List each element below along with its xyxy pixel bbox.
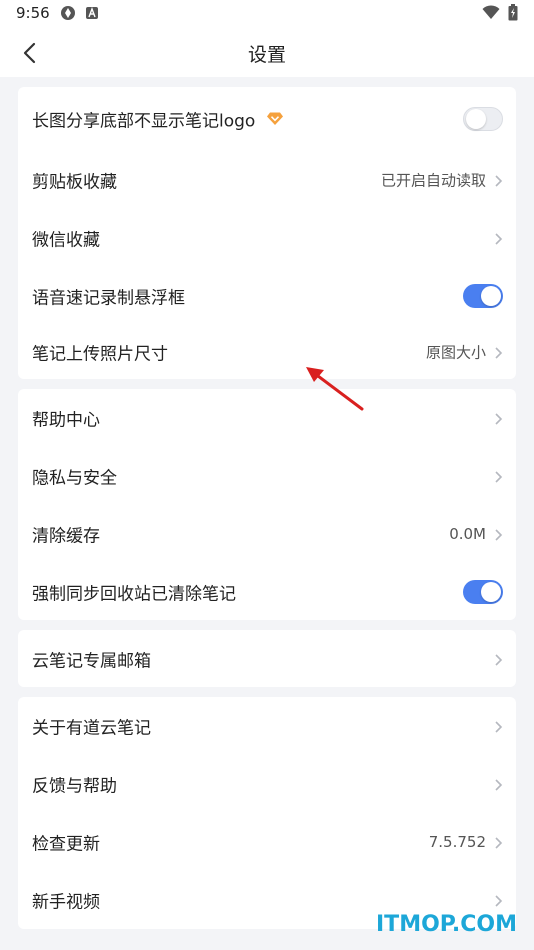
battery-icon <box>508 4 518 25</box>
status-bar: 9:56 <box>0 0 534 27</box>
force-sync-toggle[interactable] <box>463 580 503 604</box>
setting-label: 强制同步回收站已清除笔记 <box>32 584 236 605</box>
setting-row-clipboard[interactable]: 剪贴板收藏 已开启自动读取 <box>18 151 516 209</box>
setting-row-exclusive-email[interactable]: 云笔记专属邮箱 <box>18 630 516 687</box>
app-notification-icon <box>60 5 76 25</box>
chevron-right-icon <box>493 173 503 187</box>
app-bar: 设置 <box>0 27 534 77</box>
setting-row-clear-cache[interactable]: 清除缓存 0.0M <box>18 505 516 563</box>
chevron-right-icon <box>493 893 503 907</box>
status-time: 9:56 <box>16 4 50 22</box>
annotation-arrow-icon <box>300 360 370 419</box>
page-title: 设置 <box>247 44 286 66</box>
setting-row-check-update[interactable]: 检查更新 7.5.752 <box>18 813 516 871</box>
long-image-logo-toggle[interactable] <box>463 107 503 131</box>
settings-group-email: 云笔记专属邮箱 <box>18 630 516 687</box>
setting-label: 帮助中心 <box>32 410 100 431</box>
chevron-right-icon <box>493 777 503 791</box>
wifi-icon <box>482 5 500 24</box>
setting-label: 反馈与帮助 <box>32 776 117 797</box>
chevron-right-icon <box>493 527 503 541</box>
setting-value: 原图大小 <box>425 343 486 362</box>
setting-label: 云笔记专属邮箱 <box>32 651 151 671</box>
setting-value: 已开启自动读取 <box>380 171 486 190</box>
setting-row-privacy[interactable]: 隐私与安全 <box>18 447 516 505</box>
setting-row-help-center[interactable]: 帮助中心 <box>18 389 516 447</box>
vip-diamond-icon <box>267 110 284 130</box>
chevron-right-icon <box>493 231 503 245</box>
setting-row-feedback[interactable]: 反馈与帮助 <box>18 755 516 813</box>
setting-row-about[interactable]: 关于有道云笔记 <box>18 697 516 755</box>
settings-group-about: 关于有道云笔记 反馈与帮助 检查更新 7.5.752 新手视频 <box>18 697 516 929</box>
setting-label: 笔记上传照片尺寸 <box>32 344 168 365</box>
setting-value: 0.0M <box>449 525 486 543</box>
voice-float-toggle[interactable] <box>463 284 503 308</box>
setting-row-wechat[interactable]: 微信收藏 <box>18 209 516 267</box>
setting-value: 7.5.752 <box>428 833 486 851</box>
setting-label: 清除缓存 <box>32 526 100 547</box>
chevron-right-icon <box>493 469 503 483</box>
setting-label: 微信收藏 <box>32 230 100 251</box>
chevron-right-icon <box>493 345 503 359</box>
chevron-right-icon <box>493 652 503 666</box>
settings-group-support: 帮助中心 隐私与安全 清除缓存 0.0M 强制同步回收站已清除笔记 <box>18 389 516 620</box>
chevron-right-icon <box>493 411 503 425</box>
chevron-right-icon <box>493 835 503 849</box>
setting-label: 检查更新 <box>32 834 100 855</box>
setting-row-force-sync[interactable]: 强制同步回收站已清除笔记 <box>18 563 516 621</box>
a-notification-icon <box>85 5 99 24</box>
setting-label: 新手视频 <box>32 892 100 913</box>
setting-label: 剪贴板收藏 <box>32 172 117 193</box>
chevron-right-icon <box>493 719 503 733</box>
setting-label: 隐私与安全 <box>32 468 117 489</box>
setting-row-voice-float[interactable]: 语音速记录制悬浮框 <box>18 267 516 325</box>
setting-row-photo-size[interactable]: 笔记上传照片尺寸 原图大小 <box>18 325 516 379</box>
settings-group-general: 长图分享底部不显示笔记logo 剪贴板收藏 已开启自动读取 微信收藏 语音速记录… <box>18 87 516 379</box>
setting-label: 关于有道云笔记 <box>32 718 151 739</box>
setting-label: 长图分享底部不显示笔记logo <box>32 111 256 132</box>
watermark: ITMOP.COM <box>376 912 517 937</box>
setting-row-long-image-logo[interactable]: 长图分享底部不显示笔记logo <box>18 87 516 151</box>
setting-label: 语音速记录制悬浮框 <box>32 288 185 309</box>
